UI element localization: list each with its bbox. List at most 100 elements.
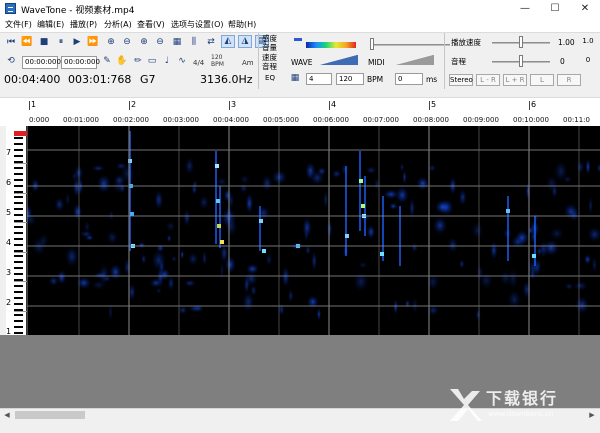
bpm-label: BPM <box>367 75 384 84</box>
maximize-button[interactable]: ☐ <box>540 0 570 18</box>
octave-label: 6 <box>6 178 12 187</box>
spectral-streak <box>507 196 509 261</box>
menu-edit[interactable]: 编辑(E) <box>37 19 64 30</box>
ms-label: ms <box>426 75 438 84</box>
scrollbar-thumb[interactable] <box>15 411 85 419</box>
bars-view-icon[interactable]: ⫼ <box>187 36 201 49</box>
spectral-blob <box>187 252 199 266</box>
playback-speed-reset[interactable]: 1.0 <box>580 36 596 48</box>
spectral-blob <box>587 226 600 243</box>
spectral-blob <box>239 183 248 194</box>
playback-speed-thumb[interactable] <box>519 36 523 48</box>
volume-slider-track[interactable] <box>372 44 450 46</box>
pause-icon[interactable]: ⏸ <box>54 36 68 49</box>
wave-level-ramp[interactable] <box>318 55 358 65</box>
spectral-blob <box>202 250 207 267</box>
midi-level-ramp[interactable] <box>394 55 434 65</box>
piano-keyboard[interactable]: 7 6 5 4 3 2 1 <box>6 126 27 341</box>
offset-ms-field[interactable]: 0 <box>395 73 423 85</box>
spectral-peak <box>506 209 510 213</box>
spectral-peak <box>262 249 266 253</box>
time-signature-button[interactable]: 4/4 <box>193 59 204 67</box>
fast-forward-icon[interactable]: ⏩ <box>86 36 100 49</box>
spectral-blob <box>54 197 65 212</box>
spectral-blob <box>305 161 316 179</box>
grid-view-icon[interactable]: ▦ <box>170 36 184 49</box>
pitch-thumb[interactable] <box>519 55 523 67</box>
bpm-button[interactable]: 120 BPM <box>211 54 224 68</box>
spectral-blob <box>154 189 164 210</box>
close-button[interactable]: ✕ <box>570 0 600 18</box>
spectral-blob <box>574 296 590 314</box>
black-key <box>14 284 23 287</box>
bar-tick <box>529 101 530 110</box>
rewind-icon[interactable]: ⏪ <box>20 36 34 49</box>
l-minus-r-button[interactable]: L - R <box>476 74 500 86</box>
pitch-reset[interactable]: 0 <box>582 55 594 67</box>
spectral-blob <box>109 263 122 281</box>
spectral-peak <box>216 199 220 203</box>
octave-divider <box>14 222 27 223</box>
zoom-in-horizontal-icon[interactable]: ⊕ <box>104 36 118 49</box>
play-icon[interactable]: ▶ <box>70 36 84 49</box>
menu-analyze[interactable]: 分析(A) <box>104 19 132 30</box>
loop-end-field[interactable]: 00:00:000 <box>61 56 100 69</box>
minimize-button[interactable]: — <box>510 0 540 18</box>
spectrogram-canvas[interactable] <box>27 126 600 335</box>
grid-settings-icon[interactable]: ▦ <box>288 72 302 85</box>
black-key <box>14 302 23 305</box>
spectral-blob <box>73 203 83 221</box>
zoom-out-vertical-icon[interactable]: ⊖ <box>153 36 167 49</box>
spectral-blob <box>242 292 255 312</box>
spectral-peak <box>345 234 349 238</box>
spectral-blob <box>432 216 448 235</box>
note-icon[interactable]: ♩ <box>160 55 174 68</box>
timeline-ruler[interactable]: 1 2 3 4 5 6 0:000 00:01:000 00:02:000 00… <box>0 97 600 126</box>
pencil-icon[interactable]: ✏ <box>131 55 145 68</box>
volume-slider-thumb[interactable] <box>370 38 374 50</box>
zoom-in-vertical-icon[interactable]: ⊕ <box>137 36 151 49</box>
spectral-blob <box>447 237 458 253</box>
black-key <box>14 225 23 228</box>
menu-help[interactable]: 帮助(H) <box>228 19 256 30</box>
spectral-blob <box>588 196 593 215</box>
skip-back-icon[interactable]: ⏮ <box>4 36 18 49</box>
black-key <box>14 178 23 181</box>
view-mode-2-icon[interactable]: ◮ <box>238 35 252 48</box>
right-channel-button[interactable]: R <box>557 74 581 86</box>
zoom-out-horizontal-icon[interactable]: ⊖ <box>120 36 134 49</box>
view-mode-1-icon[interactable]: ◭ <box>221 35 235 48</box>
bpm-field[interactable]: 120 <box>336 73 364 85</box>
hand-icon[interactable]: ✋ <box>115 55 129 68</box>
l-plus-r-button[interactable]: L + R <box>503 74 527 86</box>
stop-icon[interactable]: ■ <box>37 36 51 49</box>
loop-start-field[interactable]: 00:00:000 <box>22 56 61 69</box>
beats-field[interactable]: 4 <box>306 73 332 85</box>
chord-button[interactable]: Am <box>242 59 254 67</box>
time-label: 00:03:000 <box>163 116 199 124</box>
octave-divider <box>14 192 27 194</box>
spectral-blob <box>340 163 349 176</box>
pen-icon[interactable]: ✎ <box>100 55 114 68</box>
spectral-blob <box>91 165 106 172</box>
swap-icon[interactable]: ⇄ <box>204 36 218 49</box>
menu-file[interactable]: 文件(F) <box>5 19 32 30</box>
wave-shape-icon[interactable]: ∿ <box>175 55 189 68</box>
spectral-blob <box>383 189 399 200</box>
eq-button[interactable]: EQ <box>262 73 278 85</box>
spectral-blob <box>399 162 405 172</box>
watermark-url: www.downbank.cn <box>488 410 554 418</box>
left-channel-button[interactable]: L <box>530 74 554 86</box>
menu-options[interactable]: 选项与设置(O) <box>171 19 224 30</box>
loop-icon[interactable]: ⟲ <box>4 55 18 68</box>
menu-view[interactable]: 查看(V) <box>137 19 165 30</box>
select-rect-icon[interactable]: ▭ <box>145 55 159 68</box>
spectral-peak <box>130 212 134 216</box>
stereo-button[interactable]: Stereo <box>449 74 473 86</box>
spectral-blob <box>411 296 418 315</box>
scroll-left-icon[interactable]: ◀ <box>1 410 13 421</box>
octave-label: 7 <box>6 148 12 157</box>
spectral-blob <box>261 175 273 192</box>
menu-play[interactable]: 播放(P) <box>70 19 97 30</box>
color-gradient-bar[interactable] <box>306 42 356 48</box>
